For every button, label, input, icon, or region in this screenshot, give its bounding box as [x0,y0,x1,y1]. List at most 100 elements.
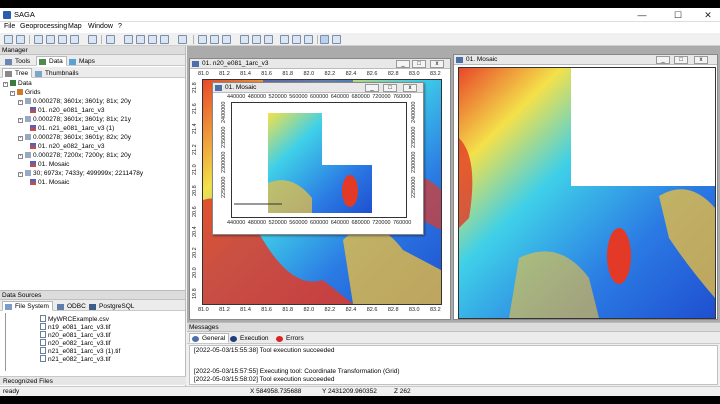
window-maximize-button[interactable]: □ [674,56,688,64]
map-window-titlebar[interactable]: 01. Mosaic _ □ x [213,83,423,93]
collapse-icon[interactable]: - [18,136,23,141]
window-close-button[interactable]: x [694,56,708,64]
thumbnails-icon [35,71,42,77]
open-icon[interactable] [4,35,13,44]
window-minimize-button[interactable]: _ [656,56,670,64]
properties-toggle-icon[interactable] [46,35,55,44]
menu-bar: File Geoprocessing Map Window ? [0,22,720,33]
manager-panel: Manager Tools Data Maps Tree Thumbnails … [0,46,186,290]
window-minimize-button[interactable]: _ [365,84,379,92]
tab-thumbnails[interactable]: Thumbnails [32,68,83,78]
tree-node-grid-system[interactable]: -0.000278; 3601x; 3601y; 82x; 20y [18,134,131,142]
save-icon[interactable] [16,35,25,44]
tree-node-grid[interactable]: 01. n20_e081_1arc_v3 [30,107,105,115]
tree-node-grids[interactable]: - Grids [10,89,41,97]
select-icon[interactable] [106,35,115,44]
tree-node-grid-system[interactable]: -30; 6973x; 7433y; 499999x; 2211478y [18,170,143,178]
pan-icon[interactable] [136,35,145,44]
tick-label: 600000 [310,220,329,226]
collapse-icon[interactable]: - [18,118,23,123]
window-close-button[interactable]: x [430,60,444,68]
odbc-icon [57,304,64,310]
window-maximize-button[interactable]: □ [412,60,426,68]
measure-icon[interactable] [148,35,157,44]
zoom-out-icon[interactable] [264,35,273,44]
window-maximize-button[interactable]: □ [383,84,397,92]
tif-file-icon [40,355,46,362]
tab-maps[interactable]: Maps [66,56,99,66]
tree-node-grid-system[interactable]: -0.000278; 3601x; 3601y; 81x; 21y [18,116,131,124]
window-close-button[interactable]: x [403,84,417,92]
menu-file[interactable]: File [4,23,15,30]
tab-execution[interactable]: Execution [227,333,273,343]
zoom-full-icon[interactable] [178,35,187,44]
status-bar: ready X 584958.735688 Y 2431209.960352 Z… [0,386,720,396]
pencil-icon[interactable] [332,35,341,44]
menu-help[interactable]: ? [118,23,122,30]
tick-label: 21.0 [192,164,198,176]
log-line: [2022-05-03/15:57:55] Executing tool: Co… [194,368,400,375]
map-window-mosaic-utm[interactable]: 01. Mosaic _ □ x 440000 480000 520000 56000… [212,82,424,235]
tree-node-data[interactable]: - Data [3,80,32,88]
tab-data[interactable]: Data [36,56,67,66]
run-tool-icon[interactable] [88,35,97,44]
menu-geoprocessing[interactable]: Geoprocessing [20,23,67,30]
collapse-icon[interactable]: - [10,91,15,96]
tab-tree[interactable]: Tree [2,68,33,78]
line-tool-icon[interactable] [320,35,329,44]
tree-node-grid[interactable]: 01. n21_e081_1arc_v3 (1) [30,125,114,133]
tab-file-system[interactable]: File System [2,301,53,311]
map-icon [456,57,463,63]
tick-label: 440000 [227,220,246,226]
maximize-button[interactable]: ☐ [664,9,692,21]
csv-file-icon [40,315,46,322]
postgresql-icon [89,304,96,310]
zoom-in-icon[interactable] [240,35,249,44]
3d-view-icon[interactable] [280,35,289,44]
map-canvas[interactable] [231,102,407,218]
menu-window[interactable]: Window [88,23,113,30]
tab-tools[interactable]: Tools [2,56,34,66]
menu-map[interactable]: Map [68,23,82,30]
manager-toggle-icon[interactable] [34,35,43,44]
tree-node-grid-system[interactable]: -0.000278; 3601x; 3601y; 81x; 20y [18,98,131,106]
layout-icon[interactable] [198,35,207,44]
collapse-icon[interactable]: - [18,172,23,177]
action-icon[interactable] [160,35,169,44]
tree-node-grid[interactable]: 01. Mosaic [30,161,69,169]
minimize-button[interactable]: — [628,9,656,21]
tab-odbc[interactable]: ODBC [54,301,90,311]
map-canvas[interactable] [458,67,716,319]
tab-postgresql[interactable]: PostgreSQL [86,301,138,311]
collapse-icon[interactable]: - [18,154,23,159]
close-button[interactable]: ✕ [694,9,720,21]
tick-label: 21.8 [192,82,198,93]
messages-toggle-icon[interactable] [70,35,79,44]
scatterplot-icon[interactable] [304,35,313,44]
toolbar-separator [317,35,318,44]
tick-label: 81.6 [261,71,272,77]
sources-toggle-icon[interactable] [58,35,67,44]
toolbar-separator [29,35,30,44]
tick-label: 2400000 [221,101,227,123]
map-window-titlebar[interactable]: 01. Mosaic _ □ x [454,55,717,65]
save-image-icon[interactable] [222,35,231,44]
file-item[interactable]: n21_e082_1arc_v3.tif [40,355,111,364]
collapse-icon[interactable]: - [18,100,23,105]
map-window-mosaic[interactable]: 01. Mosaic _ □ x [453,54,718,320]
tab-general[interactable]: General [189,333,230,343]
messages-tabs: General Execution Errors [187,332,720,344]
tree-node-grid[interactable]: 01. Mosaic [30,179,69,187]
tree-node-grid[interactable]: 01. n20_e082_1arc_v3 [30,143,105,151]
recognized-files-tab[interactable]: Recognized Files [0,376,186,385]
window-minimize-button[interactable]: _ [396,60,410,68]
hand-icon[interactable] [252,35,261,44]
zoom-icon[interactable] [124,35,133,44]
tree-node-grid-system[interactable]: -0.000278; 7200x; 7200y; 81x; 20y [18,152,131,160]
map-window-titlebar[interactable]: 01. n20_e081_1arc_v3 _ □ x [190,59,450,69]
tab-errors[interactable]: Errors [273,333,308,343]
collapse-icon[interactable]: - [3,82,8,87]
histogram-icon[interactable] [292,35,301,44]
message-log[interactable]: [2022-05-03/15:55:38] Tool execution suc… [189,345,718,385]
copy-map-icon[interactable] [210,35,219,44]
